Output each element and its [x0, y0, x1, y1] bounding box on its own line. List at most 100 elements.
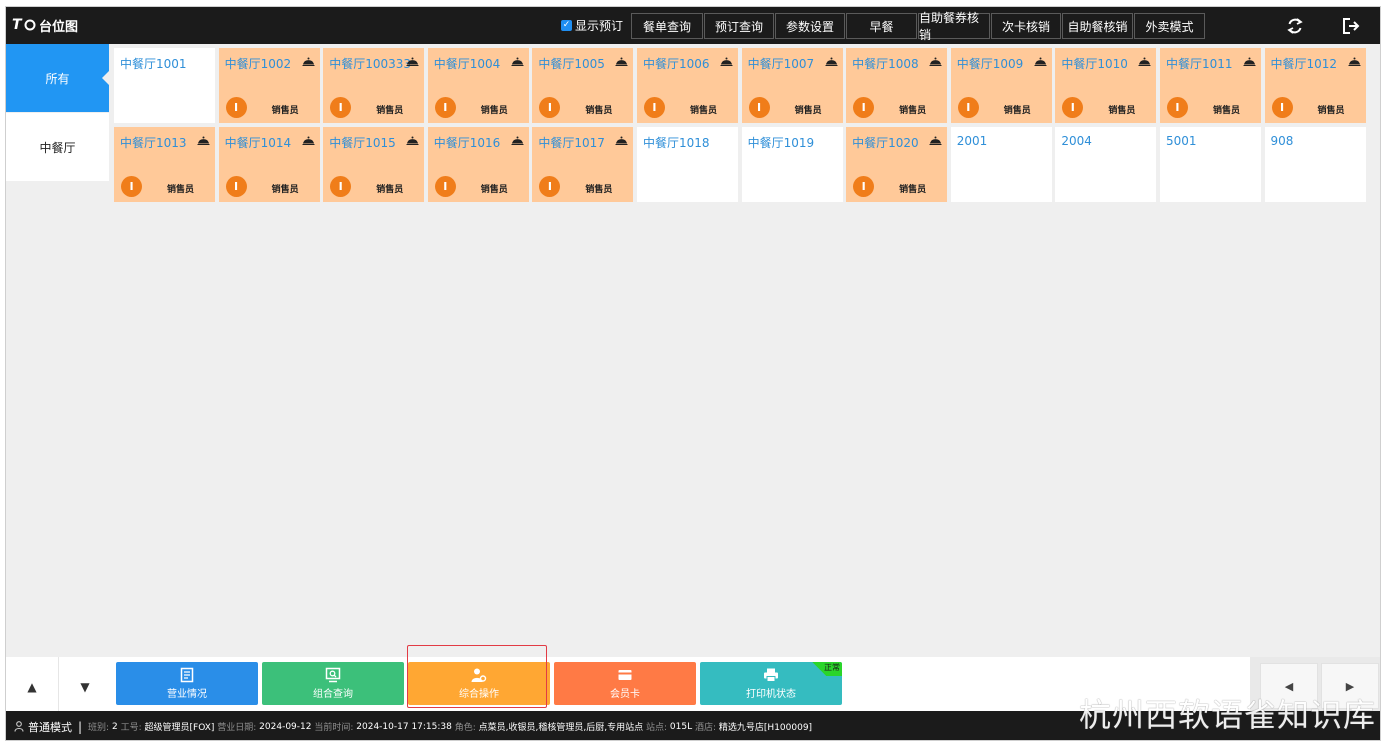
category-all[interactable]: 所有 [6, 44, 110, 112]
table-tile[interactable]: 中餐厅1013 I 销售员 [114, 127, 215, 202]
table-name: 中餐厅1010 [1061, 57, 1128, 71]
service-bell-icon [1243, 57, 1256, 66]
current-time-value: 2024-10-17 17:15:38 [356, 721, 452, 732]
job-value: 超级管理员[FOX] [144, 723, 215, 733]
table-tile[interactable]: 中餐厅1007 I 销售员 [741, 48, 843, 123]
table-tile[interactable]: 中餐厅1002 I 销售员 [218, 48, 320, 123]
divider: | [78, 719, 83, 734]
service-bell-icon [929, 57, 942, 66]
table-name: 中餐厅1005 [538, 57, 605, 71]
hotel-key: 酒店: [695, 723, 717, 733]
table-tile[interactable]: 908 [1264, 127, 1366, 202]
table-tile[interactable]: 中餐厅1016 I 销售员 [427, 127, 529, 202]
toolbar-buttons: 餐单查询 预订查询 参数设置 早餐 自助餐券核销 次卡核销 自助餐核销 外卖模式 [631, 11, 1206, 42]
shift-key: 班别: [88, 723, 110, 733]
table-tile[interactable]: 中餐厅1014 I 销售员 [218, 127, 320, 202]
service-bell-icon [406, 136, 419, 145]
table-name: 中餐厅1017 [538, 136, 605, 150]
staff-badge-icon: I [434, 176, 456, 197]
table-tile[interactable]: 中餐厅100333 I 销售员 [323, 48, 425, 123]
table-tile[interactable]: 中餐厅1017 I 销售员 [532, 127, 634, 202]
service-bell-icon [197, 136, 210, 145]
refresh-icon[interactable] [1285, 16, 1305, 36]
staff-badge-icon: I [330, 97, 352, 118]
settings-button[interactable]: 参数设置 [775, 13, 845, 39]
table-name: 中餐厅1016 [433, 136, 501, 150]
staff-label: 销售员 [585, 106, 613, 116]
checkbox-icon[interactable]: ✓ [561, 20, 572, 31]
table-name: 2004 [1061, 134, 1092, 148]
scroll-up-button[interactable]: ▲ [6, 664, 58, 710]
card-icon [618, 670, 632, 680]
combo-query-button[interactable]: 组合查询 [262, 662, 404, 705]
menu-query-button[interactable]: 餐单查询 [631, 13, 703, 39]
member-card-label: 会员卡 [610, 689, 640, 700]
show-booking-toggle[interactable]: ✓ 显示预订 [561, 7, 623, 44]
table-tile[interactable]: 中餐厅1008 I 销售员 [846, 48, 948, 123]
user-settings-icon [471, 668, 487, 682]
staff-label: 销售员 [899, 185, 927, 195]
table-tile[interactable]: 中餐厅1012 I 销售员 [1264, 48, 1366, 123]
table-tile[interactable]: 中餐厅1004 I 销售员 [427, 48, 529, 123]
buffet-voucher-verify-button[interactable]: 自助餐券核销 [918, 11, 990, 42]
scroll-down-button[interactable]: ▼ [59, 664, 111, 710]
business-status-button[interactable]: 营业情况 [116, 662, 258, 705]
station-key: 站点: [646, 723, 668, 733]
table-tile[interactable]: 2001 [950, 127, 1052, 202]
table-grid: 中餐厅1001 中餐厅1002 I 销售员 中餐厅100333 I 销售员 中餐厅1004 I 销… [114, 48, 1366, 202]
booking-query-button[interactable]: 预订查询 [704, 13, 774, 39]
user-icon [14, 721, 24, 732]
staff-label: 销售员 [1317, 106, 1345, 116]
category-panel: 所有 中餐厅 [6, 44, 110, 181]
service-bell-icon [720, 57, 733, 66]
table-name: 908 [1270, 134, 1294, 148]
printer-icon [764, 668, 778, 682]
breakfast-button[interactable]: 早餐 [846, 13, 917, 39]
table-tile[interactable]: 中餐厅1001 [114, 48, 215, 123]
staff-badge-icon: I [225, 176, 247, 197]
buffet-verify-button[interactable]: 自助餐核销 [1062, 13, 1133, 39]
service-bell-icon [302, 136, 315, 145]
table-tile[interactable]: 中餐厅1010 I 销售员 [1055, 48, 1157, 123]
table-tile[interactable]: 中餐厅1019 [741, 127, 843, 202]
table-tile[interactable]: 2004 [1055, 127, 1157, 202]
service-bell-icon [511, 57, 524, 66]
staff-badge-icon: I [1062, 97, 1084, 118]
table-tile[interactable]: 中餐厅1009 I 销售员 [950, 48, 1052, 123]
table-tile[interactable]: 5001 [1159, 127, 1261, 202]
takeaway-mode-button[interactable]: 外卖模式 [1134, 13, 1205, 39]
staff-badge-icon: I [225, 97, 247, 118]
combo-query-icon [325, 667, 341, 683]
service-bell-icon [1034, 57, 1047, 66]
staff-badge-icon: I [1166, 97, 1188, 118]
role-value: 点菜员,收银员,稽核管理员,后厨,专用站点 [478, 723, 644, 733]
table-tile[interactable]: 中餐厅1015 I 销售员 [323, 127, 425, 202]
business-date-key: 营业日期: [217, 723, 257, 733]
staff-label: 销售员 [480, 106, 508, 116]
table-tile[interactable]: 中餐厅1020 I 销售员 [846, 127, 948, 202]
table-name: 中餐厅1013 [120, 136, 187, 150]
mode-label: 普通模式 [28, 720, 72, 734]
card-verify-button[interactable]: 次卡核销 [991, 13, 1061, 39]
table-name: 中餐厅1004 [433, 57, 501, 71]
table-tile[interactable]: 中餐厅1018 [636, 127, 738, 202]
table-name: 中餐厅1006 [642, 57, 710, 71]
staff-badge-icon: I [853, 97, 875, 118]
table-name: 中餐厅1007 [747, 57, 815, 71]
main-window: T 台位图 ✓ 显示预订 餐单查询 预订查询 参数设置 早餐 自助餐券核销 次卡… [5, 6, 1381, 741]
staff-badge-icon: I [643, 97, 665, 118]
staff-label: 销售员 [271, 106, 299, 116]
member-card-button[interactable]: 会员卡 [554, 662, 696, 705]
table-name: 中餐厅1012 [1270, 57, 1338, 71]
table-tile[interactable]: 中餐厅1006 I 销售员 [636, 48, 738, 123]
table-name: 中餐厅1015 [329, 136, 396, 150]
table-tile[interactable]: 中餐厅1011 I 销售员 [1159, 48, 1261, 123]
staff-label: 销售员 [794, 106, 822, 116]
table-tile[interactable]: 中餐厅1005 I 销售员 [532, 48, 634, 123]
logout-icon[interactable] [1341, 16, 1361, 36]
general-operation-button[interactable]: 综合操作 [408, 662, 550, 705]
hotel-value: 精选九号店[H100009] [718, 723, 813, 733]
printer-status-button[interactable]: 打印机状态 正常 [700, 662, 842, 705]
category-chinese-restaurant[interactable]: 中餐厅 [6, 113, 109, 181]
staff-badge-icon: I [748, 97, 770, 118]
